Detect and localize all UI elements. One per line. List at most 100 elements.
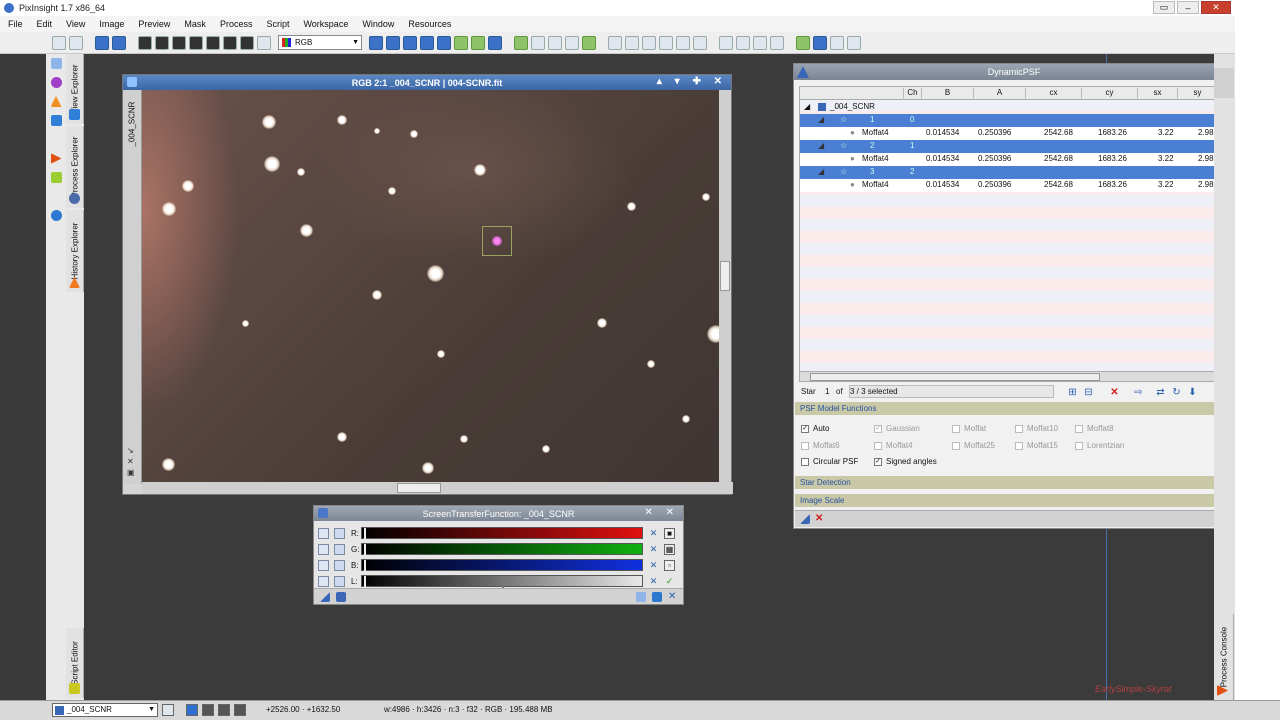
dock-scroll-thumb[interactable] [1214, 68, 1234, 98]
process-icon-c[interactable] [753, 35, 767, 50]
psf-data-row[interactable]: ● Moffat4 0.014534 0.250396 2542.68 1683… [800, 153, 1235, 166]
expand-all-icon[interactable]: ⊞ [1067, 387, 1078, 398]
workspace-icon[interactable] [830, 35, 844, 50]
menu-resources[interactable]: Resources [408, 19, 451, 29]
checkbox-moffat10[interactable] [1015, 424, 1023, 433]
tab-history-explorer[interactable]: History Explorer [66, 210, 84, 292]
apply-icon[interactable] [336, 592, 346, 602]
display-mask-icon[interactable] [240, 35, 254, 50]
tab-process-console[interactable]: Process Console [1214, 614, 1234, 700]
zoom-in-icon[interactable] [369, 35, 383, 50]
stf-icon[interactable] [796, 35, 810, 50]
scroll-thumb[interactable] [720, 261, 730, 291]
reset-icon[interactable]: ✕ [815, 514, 825, 524]
tab-view-explorer[interactable]: View Explorer [66, 54, 84, 124]
stf-titlebar[interactable]: ScreenTransferFunction: _004_SCNR ✕ ✕ [314, 506, 683, 521]
lock-icon[interactable] [318, 559, 329, 571]
preview-paste-icon[interactable] [565, 35, 579, 50]
checkbox-circular-psf[interactable] [801, 457, 809, 466]
checkbox-gaussian[interactable]: ✓ [874, 424, 882, 433]
auto-stretch-icon[interactable]: ✕ [648, 560, 659, 571]
display-blue-icon[interactable] [189, 35, 203, 50]
menu-edit[interactable]: Edit [37, 19, 53, 29]
process-icon-b[interactable] [736, 35, 750, 50]
view-mode-2-icon[interactable] [202, 704, 214, 716]
image-window-controls[interactable]: ▴ ▾ ✚ ✕ [657, 76, 727, 87]
expand-icon[interactable]: ◢ [804, 102, 810, 111]
scroll-thumb[interactable] [397, 483, 441, 493]
swap-arrows-icon[interactable] [334, 575, 345, 587]
checkbox-signed-angles[interactable]: ✓ [874, 457, 882, 466]
zoom-fit-icon[interactable] [403, 35, 417, 50]
image-window[interactable]: RGB 2:1 _004_SCNR | 004-SCNR.fit ▴ ▾ ✚ ✕… [122, 74, 733, 495]
menu-workspace[interactable]: Workspace [303, 19, 348, 29]
checkbox-moffat4[interactable] [874, 441, 882, 450]
column-header[interactable]: B [922, 88, 974, 100]
checkbox-moffat6[interactable] [801, 441, 809, 450]
shadows-marker[interactable] [364, 528, 366, 540]
close-button[interactable]: ✕ [1201, 1, 1231, 14]
stf-slider-b[interactable] [361, 559, 643, 572]
histogram-icon[interactable] [813, 35, 827, 50]
mask-remove-icon[interactable] [659, 35, 673, 50]
psf-data-row[interactable]: ● Moffat4 0.014534 0.250396 2542.68 1683… [800, 127, 1235, 140]
column-header[interactable]: cx [1026, 88, 1082, 100]
menu-process[interactable]: Process [220, 19, 253, 29]
option-lorentzian[interactable]: Lorentzian [1075, 441, 1124, 450]
checkbox-auto[interactable]: ✓ [801, 424, 809, 433]
zoom-1to1-icon[interactable] [420, 35, 434, 50]
explorer-icon[interactable] [847, 35, 861, 50]
option-gaussian[interactable]: ✓ Gaussian [874, 424, 920, 433]
option-signed-angles[interactable]: ✓ Signed angles [874, 457, 937, 466]
column-header[interactable]: sy [1178, 88, 1218, 100]
menu-window[interactable]: Window [362, 19, 394, 29]
checkbox-moffat15[interactable] [1015, 441, 1023, 450]
arrows-icon[interactable] [50, 210, 62, 221]
image-horizontal-scrollbar[interactable] [142, 482, 733, 494]
star-row[interactable]: ◢ ☆ 1 0 [800, 114, 1235, 127]
gear-icon[interactable] [50, 58, 62, 69]
grid-icon[interactable]: ▦ [664, 543, 675, 555]
view-mode-3-icon[interactable] [218, 704, 230, 716]
star-row[interactable]: ◢ ☆ 2 1 [800, 140, 1235, 153]
image-id-tab[interactable]: _004_SCNR [123, 90, 142, 484]
export-icon[interactable]: ⬇ [1187, 387, 1198, 398]
view-select[interactable]: _004_SCNR ▼ [52, 703, 158, 717]
show-mask-icon[interactable] [257, 35, 271, 50]
frame-icon[interactable]: ▣ [127, 467, 135, 478]
image-vertical-scrollbar[interactable] [719, 90, 731, 484]
display-red-icon[interactable] [155, 35, 169, 50]
column-header[interactable]: cy [1082, 88, 1138, 100]
checkbox-moffat[interactable] [952, 424, 960, 433]
psf-results-table[interactable]: Ch B A cx cy sx sy FI ◢ _004_SCNR ◢ ☆ 1 … [799, 86, 1236, 382]
checkbox-moffat25[interactable] [952, 441, 960, 450]
star-row[interactable]: ◢ ☆ 3 2 [800, 166, 1235, 179]
preview-mode-icon[interactable] [488, 35, 502, 50]
pin-icon[interactable]: ✕ [127, 456, 135, 467]
next-star-icon[interactable]: ⇨ [1133, 387, 1144, 398]
histogram-icon[interactable] [318, 575, 329, 587]
channel-select[interactable]: RGB ▼ [278, 35, 362, 50]
box-icon[interactable]: ▫ [664, 559, 675, 571]
display-green-icon[interactable] [172, 35, 186, 50]
display-lightness-icon[interactable] [206, 35, 220, 50]
delete-star-icon[interactable]: ✕ [1109, 387, 1120, 398]
zoom-in-icon[interactable] [334, 543, 345, 555]
shadows-marker[interactable] [364, 544, 366, 556]
view-mode-1-icon[interactable] [186, 704, 198, 716]
stf-slider-l[interactable] [361, 575, 643, 588]
stf-window[interactable]: ScreenTransferFunction: _004_SCNR ✕ ✕ R:… [313, 505, 684, 605]
table-horizontal-scrollbar[interactable] [800, 371, 1235, 381]
circle-tool-icon[interactable] [50, 77, 62, 88]
preview-edit-icon[interactable] [531, 35, 545, 50]
image-canvas[interactable] [142, 90, 721, 484]
mask-enable-icon[interactable] [608, 35, 622, 50]
display-rgb-icon[interactable] [138, 35, 152, 50]
menu-image[interactable]: Image [99, 19, 124, 29]
undo-icon[interactable] [52, 35, 66, 50]
mask-show-icon[interactable] [625, 35, 639, 50]
auto-stretch-icon[interactable]: ✕ [648, 576, 659, 587]
checkbox-lorentzian[interactable] [1075, 441, 1083, 450]
menu-mask[interactable]: Mask [184, 19, 206, 29]
checkbox-moffat8[interactable] [1075, 424, 1083, 433]
